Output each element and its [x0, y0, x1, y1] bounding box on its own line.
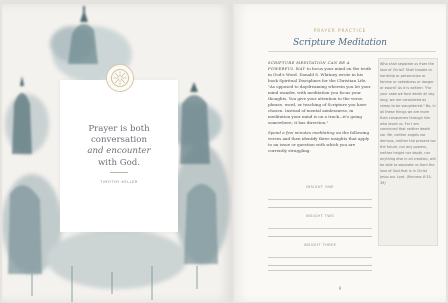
insight-one-field[interactable]: INSIGHT ONE [268, 185, 372, 208]
verse-body: Who shall separate us from the love of C… [380, 62, 436, 180]
paragraph-lead: Spend a few minutes meditating [268, 129, 335, 135]
insight-two-field[interactable]: INSIGHT TWO [268, 214, 372, 237]
quote-line: conversation [90, 135, 147, 146]
writing-line [268, 270, 372, 271]
paragraph-body: to focus your mind on the truth in God's… [268, 66, 372, 126]
writing-line [268, 257, 372, 258]
writing-line [268, 228, 372, 229]
page-number: 9 [338, 286, 342, 291]
quote-author: TIMOTHY KELLER [100, 180, 138, 184]
paragraph: SCRIPTURE MEDITATION CAN BE A POWERFUL W… [268, 60, 372, 127]
writing-line [268, 199, 372, 200]
quote-line: Prayer is both [88, 124, 150, 134]
insight-label: INSIGHT ONE [306, 185, 334, 189]
emblem-icon [106, 64, 134, 92]
insight-label: INSIGHT THREE [303, 243, 337, 247]
section-label: PRAYER PRACTICE [313, 28, 367, 33]
page-title: Scripture Meditation [293, 38, 387, 48]
insight-label: INSIGHT TWO [305, 214, 335, 218]
paragraph: Spend a few minutes meditating on the fo… [268, 130, 372, 154]
quote-divider [110, 172, 128, 173]
verse-text: Who shall separate us from the love of C… [380, 62, 436, 187]
body-text: SCRIPTURE MEDITATION CAN BE A POWERFUL W… [268, 60, 372, 157]
quote-line: with God. [97, 157, 141, 168]
quote-line: and encounter [87, 146, 151, 157]
quote-text: Prayer is both conversation and encounte… [64, 124, 174, 169]
title-divider [268, 51, 436, 52]
insight-three-field[interactable]: INSIGHT THREE [268, 243, 372, 266]
book-spread: Prayer is both conversation and encounte… [0, 0, 448, 303]
